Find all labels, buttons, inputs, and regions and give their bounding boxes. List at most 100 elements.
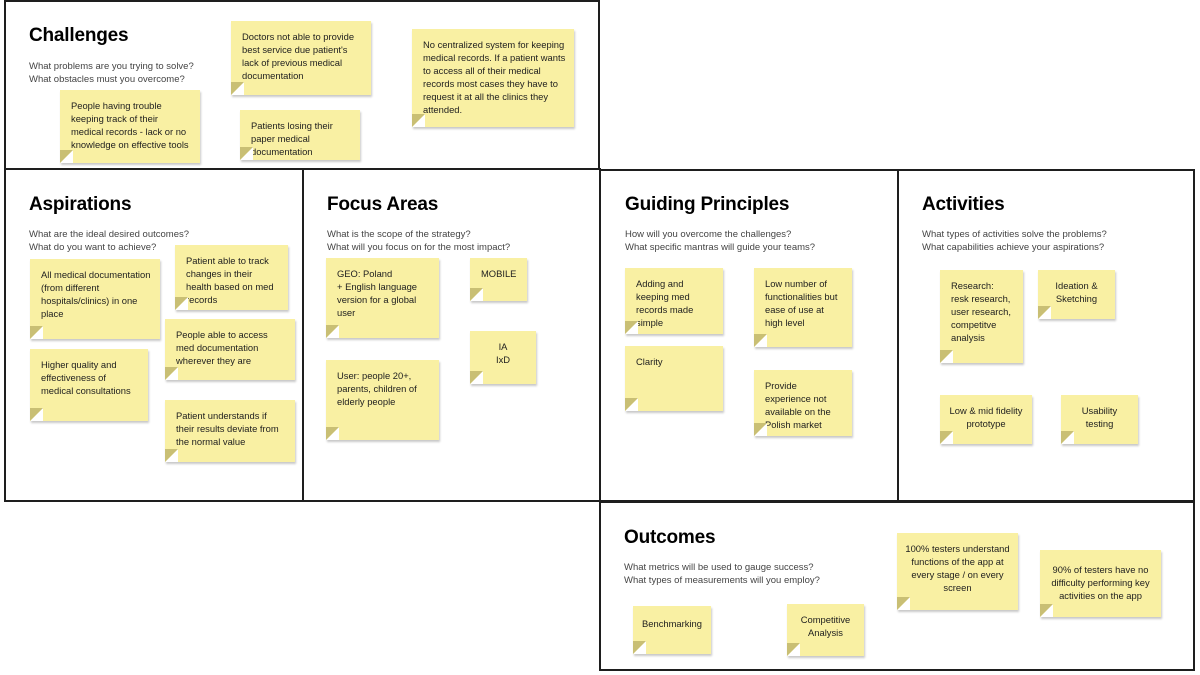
sticky-note[interactable]: Low & mid fidelity prototype [940, 395, 1032, 444]
subtitle-line: What is the scope of the strategy? [327, 229, 471, 240]
sticky-note-text: 100% testers understand functions of the… [905, 543, 1010, 593]
sticky-note[interactable]: Adding and keeping med records made simp… [625, 268, 723, 334]
section-subtitle-challenges: What problems are you trying to solve? W… [29, 61, 194, 86]
sticky-note[interactable]: Low number of functionalities but ease o… [754, 268, 852, 347]
subtitle-line: What specific mantras will guide your te… [625, 241, 816, 253]
sticky-note-text: GEO: Poland + English language version f… [337, 268, 418, 318]
sticky-note-text: 90% of testers have no difficulty perfor… [1051, 564, 1150, 601]
fold-corner-icon [60, 150, 73, 163]
fold-corner-icon [165, 449, 178, 462]
sticky-note[interactable]: Clarity [625, 346, 723, 411]
sticky-note[interactable]: Doctors not able to provide best service… [231, 21, 371, 95]
sticky-note[interactable]: Research: resk research, user research, … [940, 270, 1023, 363]
section-title-outcomes: Outcomes [624, 527, 716, 548]
sticky-note[interactable]: Benchmarking [633, 606, 711, 654]
subtitle-line: What metrics will be used to gauge succe… [624, 562, 814, 573]
sticky-note-text: Doctors not able to provide best service… [242, 31, 355, 81]
fold-corner-icon [326, 427, 339, 440]
subtitle-line: What will you focus on for the most impa… [327, 241, 511, 253]
sticky-note[interactable]: People having trouble keeping track of t… [60, 90, 200, 163]
section-subtitle-focus-areas: What is the scope of the strategy? What … [327, 229, 510, 254]
section-title-activities: Activities [922, 194, 1005, 215]
section-title-guiding-principles: Guiding Principles [625, 194, 790, 215]
section-subtitle-aspirations: What are the ideal desired outcomes? Wha… [29, 229, 189, 254]
sticky-note-text: MOBILE [481, 268, 517, 279]
fold-corner-icon [175, 297, 188, 310]
sticky-note[interactable]: People able to access med documentation … [165, 319, 295, 380]
sticky-note-text: Research: resk research, user research, … [951, 280, 1011, 343]
fold-corner-icon [30, 326, 43, 339]
sticky-note[interactable]: Higher quality and effectiveness of medi… [30, 349, 148, 421]
sticky-note[interactable]: Patients losing their paper medical docu… [240, 110, 360, 160]
fold-corner-icon [787, 643, 800, 656]
sticky-note-text: Adding and keeping med records made simp… [636, 278, 694, 328]
fold-corner-icon [1061, 431, 1074, 444]
subtitle-line: How will you overcome the challenges? [625, 229, 792, 240]
fold-corner-icon [240, 147, 253, 160]
sticky-note[interactable]: Ideation & Sketching [1038, 270, 1115, 319]
sticky-note-text: Patients losing their paper medical docu… [251, 120, 333, 157]
fold-corner-icon [1038, 306, 1051, 319]
fold-corner-icon [754, 334, 767, 347]
sticky-note-text: People able to access med documentation … [176, 329, 268, 366]
sticky-note-text: Ideation & Sketching [1055, 280, 1098, 304]
sticky-note[interactable]: IA IxD [470, 331, 536, 384]
fold-corner-icon [412, 114, 425, 127]
sticky-note[interactable]: 90% of testers have no difficulty perfor… [1040, 550, 1161, 617]
sticky-note-text: Competitive Analysis [800, 614, 851, 638]
section-title-aspirations: Aspirations [29, 194, 132, 215]
sticky-note-text: Benchmarking [642, 618, 702, 629]
fold-corner-icon [940, 350, 953, 363]
fold-corner-icon [30, 408, 43, 421]
sticky-note[interactable]: GEO: Poland + English language version f… [326, 258, 439, 338]
fold-corner-icon [625, 398, 638, 411]
fold-corner-icon [754, 423, 767, 436]
fold-corner-icon [470, 371, 483, 384]
fold-corner-icon [897, 597, 910, 610]
subtitle-line: What obstacles must you overcome? [29, 73, 185, 85]
sticky-note[interactable]: Patient able to track changes in their h… [175, 245, 288, 310]
subtitle-line: What are the ideal desired outcomes? [29, 229, 190, 240]
section-subtitle-outcomes: What metrics will be used to gauge succe… [624, 562, 820, 587]
sticky-note-text: Patient able to track changes in their h… [186, 255, 274, 305]
section-subtitle-guiding-principles: How will you overcome the challenges? Wh… [625, 229, 815, 254]
subtitle-line: What types of measurements will you empl… [624, 574, 820, 586]
sticky-note-text: Low & mid fidelity prototype [949, 405, 1023, 429]
fold-corner-icon [625, 321, 638, 334]
fold-corner-icon [165, 367, 178, 380]
sticky-note[interactable]: MOBILE [470, 258, 527, 301]
sticky-note-text: Low number of functionalities but ease o… [765, 278, 838, 328]
fold-corner-icon [231, 82, 244, 95]
fold-corner-icon [326, 325, 339, 338]
sticky-note-text: IA IxD [495, 341, 511, 365]
sticky-note-text: Usability testing [1081, 405, 1118, 429]
sticky-note-text: Higher quality and effectiveness of medi… [41, 359, 131, 396]
sticky-note[interactable]: Usability testing [1061, 395, 1138, 444]
sticky-note[interactable]: Patient understands if their results dev… [165, 400, 295, 462]
section-title-focus-areas: Focus Areas [327, 194, 439, 215]
fold-corner-icon [633, 641, 646, 654]
fold-corner-icon [1040, 604, 1053, 617]
sticky-note-text: Clarity [636, 356, 663, 367]
sticky-note[interactable]: All medical documentation (from differen… [30, 259, 160, 339]
frame-guiding-principles [599, 169, 899, 502]
subtitle-line: What problems are you trying to solve? [29, 61, 194, 72]
section-subtitle-activities: What types of activities solve the probl… [922, 229, 1107, 254]
sticky-note-text: Provide experience not available on the … [765, 380, 831, 430]
sticky-note[interactable]: Competitive Analysis [787, 604, 864, 656]
subtitle-line: What types of activities solve the probl… [922, 229, 1107, 240]
subtitle-line: What capabilities achieve your aspiratio… [922, 241, 1105, 253]
sticky-note[interactable]: No centralized system for keeping medica… [412, 29, 574, 127]
sticky-note[interactable]: 100% testers understand functions of the… [897, 533, 1018, 610]
sticky-note-text: People having trouble keeping track of t… [71, 100, 189, 150]
fold-corner-icon [470, 288, 483, 301]
sticky-note-text: User: people 20+, parents, children of e… [337, 370, 417, 407]
subtitle-line: What do you want to achieve? [29, 241, 157, 253]
section-title-challenges: Challenges [29, 25, 129, 46]
fold-corner-icon [940, 431, 953, 444]
sticky-note-text: No centralized system for keeping medica… [423, 39, 566, 115]
sticky-note[interactable]: Provide experience not available on the … [754, 370, 852, 436]
sticky-note[interactable]: User: people 20+, parents, children of e… [326, 360, 439, 440]
sticky-note-text: Patient understands if their results dev… [176, 410, 279, 447]
sticky-note-text: All medical documentation (from differen… [41, 269, 151, 319]
